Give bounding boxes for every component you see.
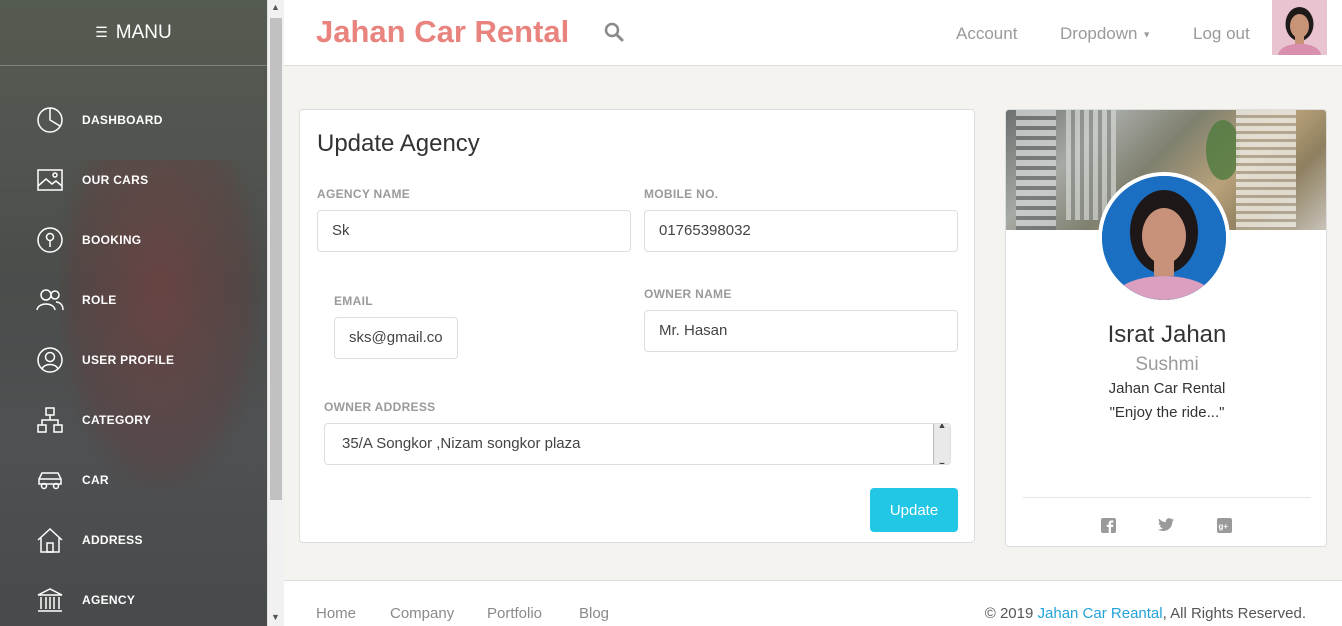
logout-link[interactable]: Log out <box>1193 24 1250 44</box>
email-input[interactable]: sks@gmail.co <box>334 317 458 359</box>
caret-down-icon: ▼ <box>1142 29 1152 40</box>
account-link[interactable]: Account <box>956 24 1017 44</box>
mobile-label: MOBILE NO. <box>644 187 719 201</box>
scroll-up-icon[interactable]: ▲ <box>271 2 280 12</box>
scroll-down-icon[interactable]: ▼ <box>271 612 280 622</box>
sidebar-item-address[interactable]: ADDRESS <box>0 510 267 570</box>
sidebar-item-booking[interactable]: BOOKING <box>0 210 267 270</box>
user-avatar[interactable] <box>1272 0 1327 55</box>
divider <box>1023 497 1311 498</box>
users-icon <box>36 286 64 314</box>
sidebar-item-label: ADDRESS <box>82 533 143 547</box>
twitter-icon[interactable] <box>1158 518 1174 537</box>
top-navbar: Jahan Car Rental Account Dropdown ▼ Log … <box>284 0 1342 66</box>
sidebar-item-label: CAR <box>82 473 109 487</box>
sidebar-item-label: DASHBOARD <box>82 113 163 127</box>
footer-link-home[interactable]: Home <box>316 605 356 622</box>
sidebar-item-agency[interactable]: AGENCY <box>0 570 267 626</box>
bank-icon <box>36 586 64 614</box>
profile-company: Jahan Car Rental <box>1108 380 1226 397</box>
sidebar-item-label: BOOKING <box>82 233 142 247</box>
key-icon <box>36 226 64 254</box>
sidebar-item-role[interactable]: ROLE <box>0 270 267 330</box>
dropdown-label: Dropdown <box>1060 24 1138 43</box>
sidebar-item-label: ROLE <box>82 293 117 307</box>
update-agency-card: Update Agency AGENCY NAME Sk MOBILE NO. … <box>299 109 975 543</box>
owner-name-label: OWNER NAME <box>644 287 732 301</box>
sidebar: ☰ MANU DASHBOARD OUR CARS BOOKING ROLE U… <box>0 0 267 626</box>
profile-card: Israt Jahan Sushmi Jahan Car Rental "Enj… <box>1005 109 1327 547</box>
owner-address-select[interactable]: 35/A Songkor ,Nizam songkor plaza ▲ ▼ <box>324 423 951 465</box>
sitemap-icon <box>36 406 64 434</box>
footer: Home Company Portfolio Blog © 2019 Jahan… <box>284 580 1342 626</box>
sidebar-item-car[interactable]: CAR <box>0 450 267 510</box>
site-title[interactable]: Jahan Car Rental <box>316 14 569 50</box>
sidebar-item-label: USER PROFILE <box>82 353 175 367</box>
sidebar-item-label: AGENCY <box>82 593 136 607</box>
owner-address-value: 35/A Songkor ,Nizam songkor plaza <box>342 435 581 452</box>
home-icon <box>36 526 64 554</box>
mobile-input[interactable]: 01765398032 <box>644 210 958 252</box>
agency-name-label: AGENCY NAME <box>317 187 411 201</box>
owner-name-input[interactable]: Mr. Hasan <box>644 310 958 352</box>
footer-link-portfolio[interactable]: Portfolio <box>487 605 542 622</box>
copyright: © 2019 Jahan Car Reantal, All Rights Res… <box>984 605 1306 622</box>
scrollbar-thumb[interactable] <box>270 18 282 500</box>
sidebar-item-label: OUR CARS <box>82 173 149 187</box>
google-plus-icon[interactable]: g+ <box>1217 518 1232 538</box>
profile-tagline: "Enjoy the ride..." <box>1109 404 1225 421</box>
sidebar-item-category[interactable]: CATEGORY <box>0 390 267 450</box>
sidebar-nav: DASHBOARD OUR CARS BOOKING ROLE USER PRO… <box>0 90 267 626</box>
sidebar-item-dashboard[interactable]: DASHBOARD <box>0 90 267 150</box>
agency-name-input[interactable]: Sk <box>317 210 631 252</box>
menu-icon: ☰ <box>95 24 108 40</box>
profile-nickname: Sushmi <box>1135 354 1199 375</box>
sidebar-scrollbar[interactable]: ▲ ▼ <box>267 0 284 626</box>
car-icon <box>36 466 64 494</box>
pie-chart-icon <box>36 106 64 134</box>
sidebar-item-label: CATEGORY <box>82 413 152 427</box>
search-icon[interactable] <box>604 22 624 47</box>
footer-link-company[interactable]: Company <box>390 605 454 622</box>
owner-address-label: OWNER ADDRESS <box>324 400 436 414</box>
profile-avatar <box>1098 172 1230 304</box>
update-button[interactable]: Update <box>870 488 958 532</box>
sidebar-brand-label: MANU <box>115 21 172 43</box>
svg-text:g+: g+ <box>1219 522 1229 531</box>
image-icon <box>36 166 64 194</box>
dropdown-menu[interactable]: Dropdown ▼ <box>1060 24 1151 44</box>
sidebar-item-our-cars[interactable]: OUR CARS <box>0 150 267 210</box>
profile-name: Israt Jahan <box>1107 321 1227 348</box>
copyright-brand-link[interactable]: Jahan Car Reantal <box>1038 605 1163 622</box>
footer-link-blog[interactable]: Blog <box>579 605 609 622</box>
sidebar-item-user-profile[interactable]: USER PROFILE <box>0 330 267 390</box>
form-heading: Update Agency <box>317 130 480 157</box>
user-icon <box>36 346 64 374</box>
select-arrows-icon[interactable]: ▲ ▼ <box>933 424 950 464</box>
sidebar-brand[interactable]: ☰ MANU <box>0 0 267 66</box>
facebook-icon[interactable] <box>1101 518 1116 538</box>
email-label: EMAIL <box>334 294 373 308</box>
